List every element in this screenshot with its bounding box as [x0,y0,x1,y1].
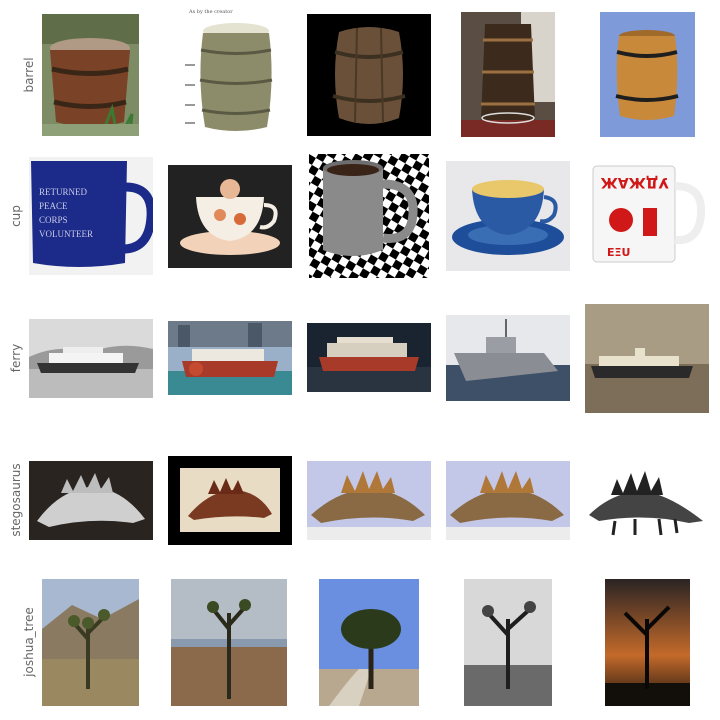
thumb-barrel-5 [600,12,695,137]
thumb-barrel-4 [461,12,555,137]
cup-1-text-line-4: VOLUNTEER [39,229,93,239]
cup-1-text-line-1: RETURNED [39,187,87,197]
barrel-2-caption: As by the creator [188,9,233,15]
thumb-ferry-3 [307,323,431,392]
thumb-ferry-2 [168,321,292,395]
row-label-cup: cup [9,205,23,227]
thumb-cup-1: RETURNED PEACE CORPS VOLUNTEER [29,157,153,275]
thumb-cup-3 [309,154,429,278]
thumb-joshua-tree-1 [42,579,139,706]
row-label-ferry: ferry [9,343,23,373]
thumb-ferry-4 [446,315,570,401]
thumb-joshua-tree-4 [464,579,552,706]
thumb-joshua-tree-5 [605,579,690,706]
row-label-stegosaurus: stegosaurus [9,463,23,537]
thumb-stegosaurus-3 [307,461,431,540]
thumb-ferry-1 [29,319,153,398]
svg-text:EΞU: EΞU [607,246,630,259]
thumb-stegosaurus-4 [446,461,570,540]
thumb-barrel-1 [42,14,139,136]
thumb-cup-4 [446,161,570,271]
row-label-barrel: barrel [22,57,36,93]
row-label-joshua-tree: joshua_tree [22,607,36,677]
thumb-joshua-tree-3 [319,579,419,706]
cup-1-text-line-3: CORPS [39,215,68,225]
thumb-stegosaurus-5 [585,461,709,540]
thumb-cup-2 [168,165,292,268]
thumb-barrel-2: As by the creator [183,5,275,136]
thumb-ferry-5 [585,304,709,413]
thumb-stegosaurus-2 [168,456,292,545]
cup-1-text-line-2: PEACE [39,201,68,211]
thumb-barrel-3 [307,14,431,136]
thumb-joshua-tree-2 [171,579,287,706]
thumb-stegosaurus-1 [29,461,153,540]
cup-5-text-line-1: УДЖАЖ [601,174,669,190]
thumb-cup-5: УДЖАЖ EΞU [587,162,707,268]
